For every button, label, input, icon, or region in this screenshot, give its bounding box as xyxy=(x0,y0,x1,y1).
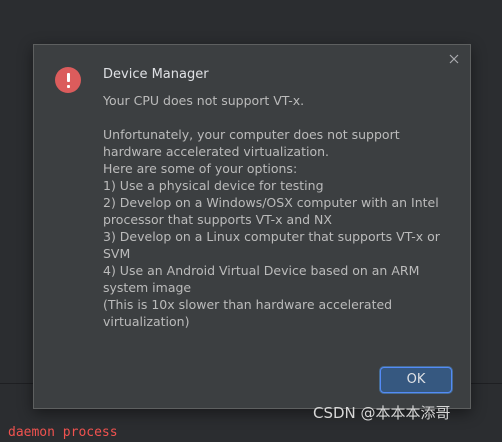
message-line: (This is 10x slower than hardware accele… xyxy=(103,297,393,312)
message-line: 3) Develop on a Linux computer that supp… xyxy=(103,229,440,244)
message-line: hardware accelerated virtualization. xyxy=(103,144,329,159)
message-line: Here are some of your options: xyxy=(103,161,298,176)
message-line: virtualization) xyxy=(103,314,190,329)
dialog-title: Device Manager xyxy=(103,67,209,82)
message-line xyxy=(103,109,453,126)
close-icon[interactable] xyxy=(446,51,462,67)
dialog-message: Your CPU does not support VT-x. Unfortuna… xyxy=(103,92,453,330)
ok-button[interactable]: OK xyxy=(380,367,452,393)
message-line: system image xyxy=(103,280,192,295)
message-line: SVM xyxy=(103,246,131,261)
message-line: Unfortunately, your computer does not su… xyxy=(103,127,400,142)
device-manager-dialog: Device Manager Your CPU does not support… xyxy=(33,44,471,409)
console-line: daemon process xyxy=(8,425,118,440)
message-line: processor that supports VT-x and NX xyxy=(103,212,332,227)
watermark: CSDN @本本本添哥 xyxy=(313,404,451,422)
message-line: 2) Develop on a Windows/OSX computer wit… xyxy=(103,195,439,210)
error-icon xyxy=(55,67,81,93)
message-line: 4) Use an Android Virtual Device based o… xyxy=(103,263,420,278)
message-line: 1) Use a physical device for testing xyxy=(103,178,324,193)
message-line: Your CPU does not support VT-x. xyxy=(103,93,305,108)
